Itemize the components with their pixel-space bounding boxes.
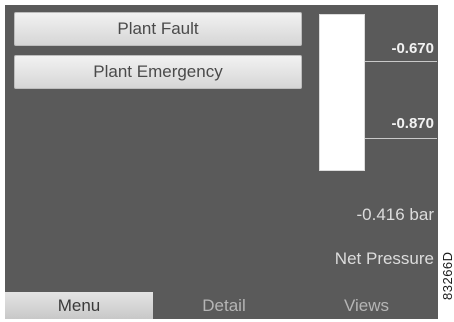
net-pressure-label: Net Pressure <box>334 249 434 268</box>
views-softkey[interactable]: Views <box>295 292 438 319</box>
plant-emergency-button[interactable]: Plant Emergency <box>14 55 302 89</box>
pressure-bar-gauge <box>319 14 365 171</box>
scale-label-low: -0.870 <box>391 115 434 132</box>
menu-softkey[interactable]: Menu <box>5 292 153 319</box>
scale-marker-high <box>365 61 437 62</box>
plant-fault-button[interactable]: Plant Fault <box>14 12 302 46</box>
scale-marker-low <box>365 138 437 139</box>
figure-id-label: 83266D <box>440 251 454 300</box>
net-pressure-value: -0.416 bar <box>356 205 435 224</box>
detail-softkey[interactable]: Detail <box>153 292 295 319</box>
scale-label-high: -0.670 <box>391 40 434 57</box>
controller-screen: Plant Fault Plant Emergency -0.670 -0.87… <box>5 5 438 319</box>
